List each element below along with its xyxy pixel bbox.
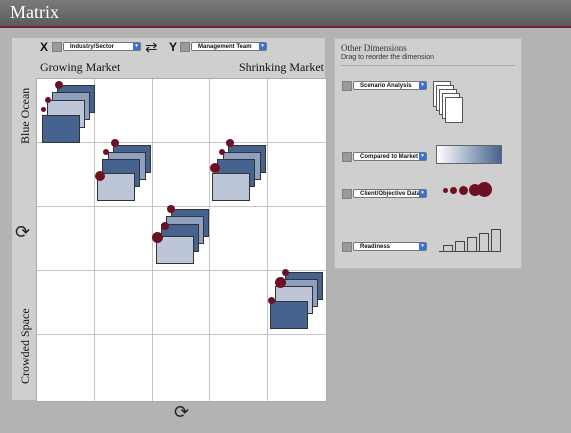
chevron-down-icon: ▾ <box>419 190 426 197</box>
dimension-label: Readiness <box>360 244 391 250</box>
score-dot <box>268 297 275 304</box>
other-dimensions-panel: Other Dimensions Drag to reorder the dim… <box>334 38 522 269</box>
y-axis-label: Y <box>169 40 178 54</box>
score-dot <box>443 188 448 193</box>
x-axis-label: X <box>40 40 49 54</box>
rotate-y-icon[interactable]: ⟳ <box>15 222 30 243</box>
dimension-checkbox[interactable] <box>342 81 352 91</box>
axis-selector-bar: X Industry/Sector ▾ ⇄ Y Management Team … <box>12 38 325 56</box>
dimension-label: Client/Objective Data <box>360 191 421 197</box>
title-bar: Matrix <box>0 0 571 28</box>
dimension-select-scenario[interactable]: Scenario Analysis ▾ <box>353 81 427 90</box>
x-axis-select-value: Industry/Sector <box>70 44 115 50</box>
chevron-down-icon: ▾ <box>259 43 266 50</box>
chevron-down-icon: ▾ <box>419 82 426 89</box>
gradient-scale-icon <box>436 145 502 164</box>
score-dot <box>167 205 175 213</box>
dimension-checkbox[interactable] <box>342 152 352 162</box>
score-dot <box>152 232 163 243</box>
score-dot <box>45 97 51 103</box>
x-axis-select[interactable]: Industry/Sector ▾ <box>63 42 141 51</box>
score-dot <box>55 81 63 89</box>
column-label-growing: Growing Market <box>40 60 121 74</box>
divider <box>341 65 515 66</box>
grid-line <box>37 142 326 143</box>
chevron-down-icon: ▾ <box>419 153 426 160</box>
column-label-shrinking: Shrinking Market <box>239 60 324 74</box>
score-dot <box>226 139 234 147</box>
dimension-select-client[interactable]: Client/Objective Data ▾ <box>353 189 427 198</box>
panel-subtitle: Drag to reorder the dimension <box>341 54 434 61</box>
chevron-down-icon: ▾ <box>419 243 426 250</box>
step-bar <box>467 237 477 251</box>
y-axis-checkbox[interactable] <box>180 42 190 52</box>
dimension-select-market[interactable]: Compared to Market ▾ <box>353 152 427 161</box>
page-shape <box>445 97 463 123</box>
score-dot <box>282 269 289 276</box>
score-dot <box>450 187 457 194</box>
swap-axes-icon[interactable]: ⇄ <box>145 38 158 56</box>
panel-title: Other Dimensions <box>341 43 407 53</box>
score-dot <box>210 163 220 173</box>
matrix-panel: X Industry/Sector ▾ ⇄ Y Management Team … <box>12 38 327 402</box>
app-title: Matrix <box>10 2 59 22</box>
grid-line <box>37 334 326 335</box>
score-dot <box>41 107 46 112</box>
score-dot <box>111 139 119 147</box>
item-card <box>42 115 80 143</box>
row-label-crowded-space: Crowded Space <box>18 308 32 384</box>
step-bar <box>443 245 453 251</box>
rotate-x-icon[interactable]: ⟳ <box>174 402 189 423</box>
score-dot <box>161 222 169 230</box>
score-dot <box>219 149 225 155</box>
grid-line <box>37 206 326 207</box>
grid-line <box>267 79 268 401</box>
score-dot <box>459 186 468 195</box>
grid-line <box>94 79 95 401</box>
score-dot <box>103 149 109 155</box>
row-label-blue-ocean: Blue Ocean <box>18 87 32 144</box>
score-dot <box>477 182 492 197</box>
dimension-label: Compared to Market <box>360 154 419 160</box>
y-axis-select[interactable]: Management Team ▾ <box>191 42 267 51</box>
dimension-select-readiness[interactable]: Readiness ▾ <box>353 242 427 251</box>
step-bar <box>491 229 501 251</box>
score-dot <box>275 277 286 288</box>
chevron-down-icon: ▾ <box>133 43 140 50</box>
dimension-checkbox[interactable] <box>342 189 352 199</box>
score-dot <box>95 171 105 181</box>
grid-line <box>209 79 210 401</box>
x-axis-checkbox[interactable] <box>52 42 62 52</box>
item-card <box>270 301 308 329</box>
steps-scale-icon <box>439 227 501 252</box>
item-card <box>212 173 250 201</box>
y-axis-select-value: Management Team <box>198 44 252 50</box>
matrix-grid <box>36 78 327 402</box>
step-bar <box>455 241 465 251</box>
dimension-checkbox[interactable] <box>342 242 352 252</box>
step-bar <box>479 233 489 251</box>
dimension-label: Scenario Analysis <box>360 83 412 89</box>
